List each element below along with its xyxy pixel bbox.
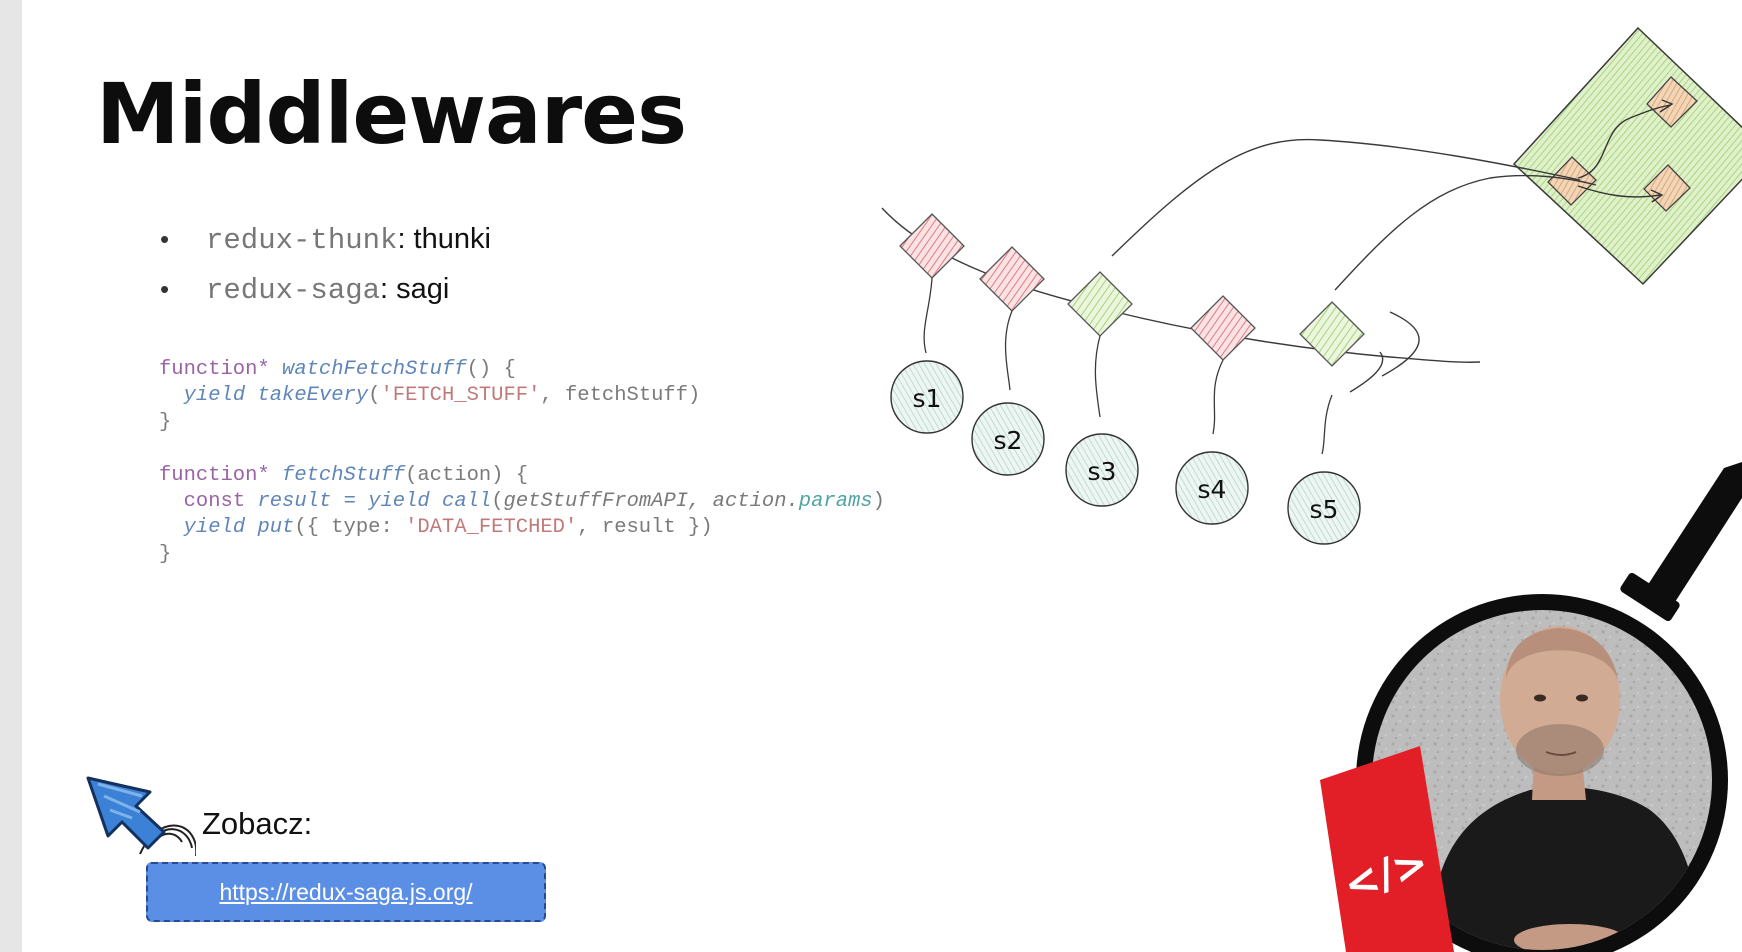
saga-diamond [1067, 271, 1133, 418]
left-edge-bar [0, 0, 22, 952]
code-line: yield put({ type: 'DATA_FETCHED', result… [183, 516, 713, 540]
code-line: } [159, 542, 172, 566]
code-line: function* watchFetchStuff() { [159, 358, 516, 381]
saga-circle-s2: s2 [971, 402, 1045, 476]
bullet-code: redux-thunk [206, 224, 398, 257]
bullet-list: • redux-thunk: thunki • redux-saga: sagi [156, 214, 491, 314]
code-block: function* watchFetchStuff() { yield take… [159, 357, 885, 568]
bullet-text: : thunki [397, 223, 491, 255]
code-line: const result = yield call(getStuffFromAP… [183, 490, 885, 514]
saga-diamond [899, 213, 965, 354]
code-line: function* fetchStuff(action) { [159, 463, 529, 487]
bullet-dot-icon: • [160, 224, 170, 254]
presenter-magnifier: </> [1320, 462, 1742, 952]
code-line: yield takeEvery('FETCH_STUFF', fetchStuf… [183, 384, 701, 408]
saga-circle-s1: s1 [890, 360, 964, 434]
code-line: } [159, 410, 172, 434]
bullet-text: : sagi [380, 273, 450, 305]
bullet-code: redux-saga [206, 274, 381, 307]
saga-diamond [1190, 295, 1256, 435]
bullet-item: • redux-saga: sagi [156, 264, 491, 314]
bullet-dot-icon: • [160, 274, 170, 304]
bullet-item: • redux-thunk: thunki [156, 214, 491, 264]
saga-diamond [1299, 301, 1365, 455]
see-label: Zobacz: [202, 806, 313, 841]
saga-circle-label: s1 [913, 384, 942, 413]
saga-circle-label: s3 [1088, 457, 1117, 486]
slide-title: Middlewares [96, 65, 687, 163]
saga-diamond [979, 246, 1045, 391]
saga-circle-label: s4 [1198, 475, 1227, 504]
saga-circle-label: s2 [994, 426, 1023, 455]
saga-circle-s3: s3 [1065, 433, 1139, 507]
store-diamond [1512, 26, 1742, 286]
redux-saga-link-button[interactable]: https://redux-saga.js.org/ [146, 862, 546, 922]
saga-circle-s4: s4 [1175, 451, 1249, 525]
